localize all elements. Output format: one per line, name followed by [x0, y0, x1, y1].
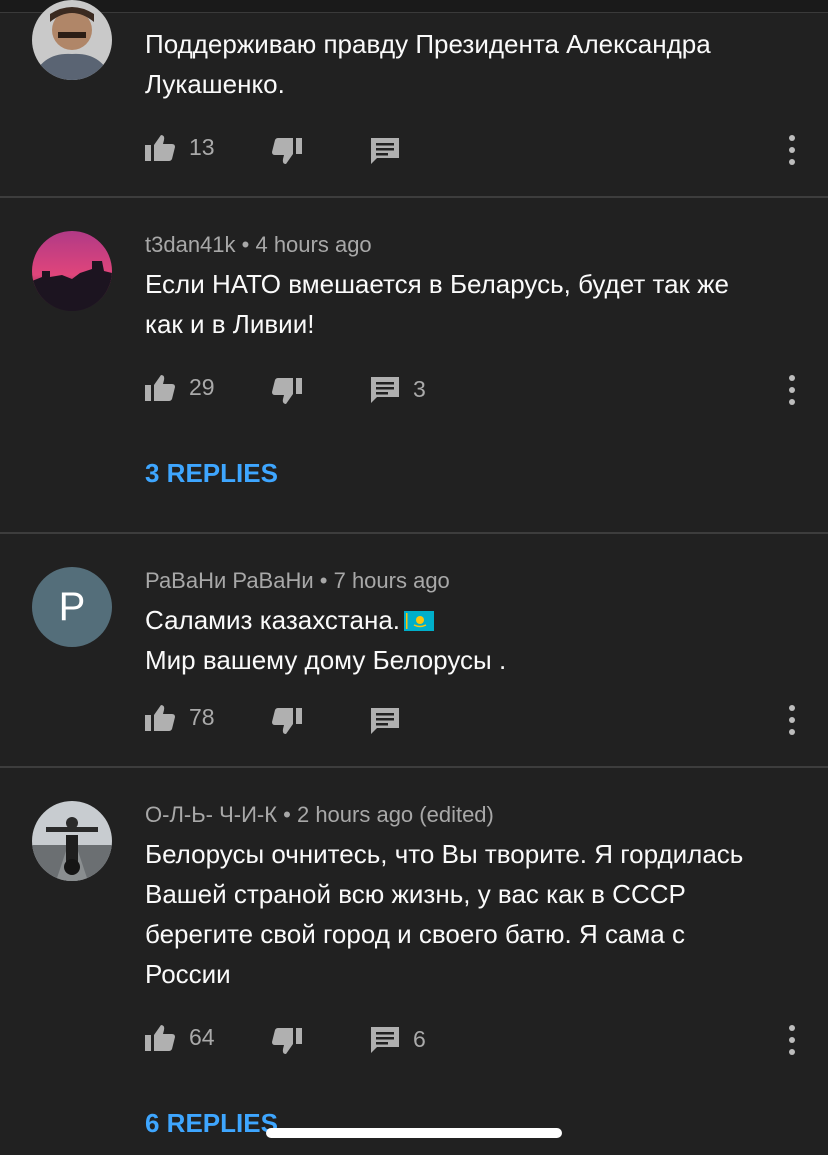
reply-icon — [371, 138, 399, 164]
comment-line: Вашей страной всю жизнь, у вас как в ССС… — [145, 879, 686, 909]
comment-line: Белорусы очнитесь, что Вы творите. Я гор… — [145, 839, 744, 869]
author-name[interactable]: РаВаНи РаВаНи — [145, 568, 314, 593]
like-button[interactable]: 13 — [145, 134, 215, 161]
avatar[interactable] — [32, 801, 112, 881]
like-count: 78 — [189, 704, 215, 730]
comment-line-text: Саламиз казахстана. — [145, 605, 401, 635]
comment-time: 7 hours ago — [333, 568, 450, 593]
avatar-letter: P — [58, 584, 86, 629]
dislike-button[interactable] — [272, 708, 302, 734]
avatar[interactable] — [32, 231, 112, 311]
comment-line: как и в Ливии! — [145, 309, 315, 339]
divider — [0, 532, 828, 534]
author-name[interactable]: О-Л-Ь- Ч-И-К — [145, 802, 277, 827]
like-button[interactable]: 64 — [145, 1024, 215, 1051]
comment-text: Белорусы очнитесь, что Вы творите. Я гор… — [145, 834, 795, 994]
more-icon[interactable] — [780, 135, 804, 165]
comment-actions: 64 6 — [0, 1020, 828, 1060]
comment-line: России — [145, 959, 231, 989]
avatar[interactable] — [32, 0, 112, 80]
comment-text: Если НАТО вмешается в Беларусь, будет та… — [145, 264, 795, 344]
dislike-button[interactable] — [272, 138, 302, 164]
comment-time: 2 hours ago (edited) — [296, 802, 494, 827]
reply-button[interactable] — [371, 138, 399, 164]
author-name[interactable]: t3dan41k — [145, 232, 236, 257]
comment-line: Поддерживаю правду Президента Александра — [145, 29, 711, 59]
view-replies-link[interactable]: 3 REPLIES — [145, 458, 278, 489]
dislike-icon — [272, 378, 302, 404]
dislike-button[interactable] — [272, 378, 302, 404]
view-replies-link[interactable]: 6 REPLIES — [145, 1108, 278, 1139]
like-icon — [145, 1024, 175, 1051]
reply-icon — [371, 1026, 399, 1053]
reply-count: 3 — [413, 376, 426, 402]
more-icon[interactable] — [780, 705, 804, 735]
dislike-icon — [272, 1028, 302, 1054]
comment-meta: t3dan41k • 4 hours ago — [145, 232, 372, 258]
divider — [0, 766, 828, 768]
more-icon[interactable] — [780, 1025, 804, 1055]
comment-line: Если НАТО вмешается в Беларусь, будет та… — [145, 269, 729, 299]
dislike-button[interactable] — [272, 1028, 302, 1054]
reply-button[interactable]: 6 — [371, 1026, 426, 1053]
meta-separator: • — [235, 232, 256, 257]
like-button[interactable]: 78 — [145, 704, 215, 731]
like-icon — [145, 374, 175, 401]
comment-actions: 78 — [0, 700, 828, 740]
reply-count: 6 — [413, 1026, 426, 1052]
meta-separator: • — [313, 568, 334, 593]
comment-line: берегите свой город и своего батю. Я сам… — [145, 919, 685, 949]
comment-text: Саламиз казахстана. Мир вашему дому Бело… — [145, 600, 795, 680]
home-indicator[interactable] — [266, 1128, 562, 1138]
comment-meta: О-Л-Ь- Ч-И-К • 2 hours ago (edited) — [145, 802, 494, 828]
like-count: 29 — [189, 374, 215, 400]
reply-button[interactable] — [371, 708, 399, 734]
comment-time: 4 hours ago — [255, 232, 372, 257]
kazakhstan-flag-emoji — [404, 611, 435, 631]
comment-line: Лукашенко. — [145, 69, 285, 99]
dislike-icon — [272, 708, 302, 734]
comment-line: Мир вашему дому Белорусы . — [145, 645, 507, 675]
more-icon[interactable] — [780, 375, 804, 405]
reply-icon — [371, 708, 399, 734]
like-button[interactable]: 29 — [145, 374, 215, 401]
comment-actions: 13 — [0, 130, 828, 170]
comment-line: Саламиз казахстана. — [145, 600, 795, 640]
meta-separator: • — [277, 802, 297, 827]
comment-meta: РаВаНи РаВаНи • 7 hours ago — [145, 568, 450, 594]
reply-button[interactable]: 3 — [371, 376, 426, 403]
dislike-icon — [272, 138, 302, 164]
avatar[interactable]: P — [32, 567, 112, 647]
comment-text: Поддерживаю правду Президента Александра… — [145, 24, 795, 104]
reply-icon — [371, 376, 399, 403]
divider — [0, 196, 828, 198]
like-icon — [145, 704, 175, 731]
like-icon — [145, 134, 175, 161]
like-count: 64 — [189, 1024, 215, 1050]
like-count: 13 — [189, 134, 215, 160]
comment-actions: 29 3 — [0, 370, 828, 410]
top-bar-edge — [0, 0, 828, 13]
